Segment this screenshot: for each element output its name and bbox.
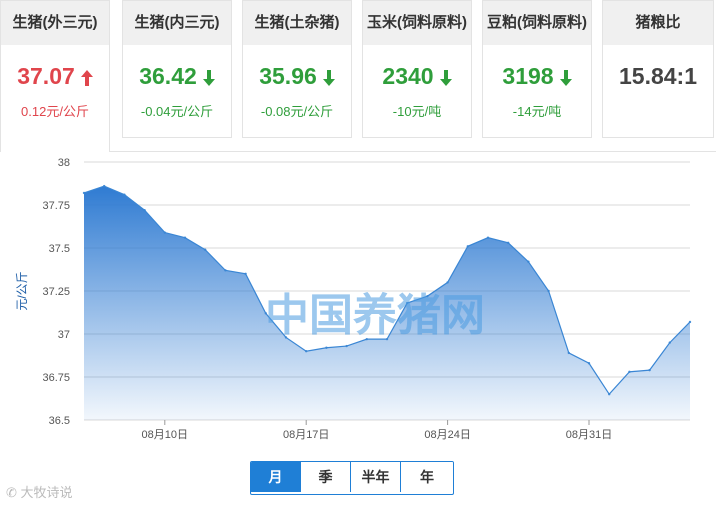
card-change: -14元/吨 bbox=[512, 104, 562, 119]
card-title: 猪粮比 bbox=[603, 1, 713, 45]
chart-watermark: 中国养猪网 bbox=[265, 291, 485, 340]
data-point bbox=[305, 350, 308, 353]
data-point bbox=[608, 393, 611, 396]
chart-panel: 36.5 36.75 37 37.25 37.5 37.75 38 08月10日 08月17日 0… bbox=[0, 151, 716, 505]
card-title: 生猪(外三元) bbox=[1, 1, 109, 45]
card-price-value: 2340 bbox=[382, 63, 434, 89]
x-tick-label: 08月10日 bbox=[142, 429, 188, 441]
period-tab[interactable]: 年 bbox=[401, 462, 453, 492]
data-point bbox=[486, 236, 490, 239]
card-price: 36.42 bbox=[123, 63, 231, 90]
data-point bbox=[628, 370, 631, 374]
weibo-icon: ✆ bbox=[6, 485, 17, 500]
data-point bbox=[446, 281, 449, 284]
x-tick-label: 08月24日 bbox=[424, 429, 470, 441]
period-tab[interactable]: 季 bbox=[301, 462, 351, 492]
arrow-down-icon bbox=[202, 69, 215, 86]
period-tab[interactable]: 半年 bbox=[351, 462, 401, 492]
card-price: 15.84:1 bbox=[603, 63, 713, 90]
footer-watermark: ✆ 大牧诗说 bbox=[6, 482, 73, 501]
y-axis-label: 元/公斤 bbox=[15, 271, 29, 310]
footer-text: 大牧诗说 bbox=[20, 485, 73, 500]
card-title: 生猪(土杂猪) bbox=[243, 1, 351, 45]
arrow-down-icon bbox=[439, 69, 452, 86]
card-price-value: 3198 bbox=[502, 63, 554, 89]
price-card[interactable]: 生猪(土杂猪) 35.96 -0.08元/公斤 bbox=[242, 0, 352, 138]
card-price: 37.07 bbox=[1, 63, 109, 90]
card-change: -0.08元/公斤 bbox=[260, 104, 334, 119]
card-price: 3198 bbox=[483, 63, 591, 90]
x-tick-label: 08月31日 bbox=[566, 429, 612, 441]
data-point bbox=[527, 260, 530, 263]
price-card[interactable]: 生猪(外三元) 37.07 0.12元/公斤 bbox=[0, 0, 110, 152]
data-point bbox=[204, 248, 207, 251]
data-point bbox=[507, 241, 510, 245]
data-point bbox=[244, 272, 247, 275]
data-point bbox=[183, 236, 187, 239]
y-tick-label: 37.5 bbox=[49, 243, 70, 255]
y-tick-label: 37 bbox=[58, 329, 70, 341]
price-cards: 生猪(外三元) 37.07 0.12元/公斤 生猪(内三元) 36.42 -0.04元/公… bbox=[0, 0, 716, 152]
price-card[interactable]: 猪粮比 15.84:1 bbox=[602, 0, 714, 138]
price-card[interactable]: 生猪(内三元) 36.42 -0.04元/公斤 bbox=[122, 0, 232, 138]
y-tick-label: 37.25 bbox=[42, 286, 70, 298]
card-title: 豆粕(饲料原料) bbox=[483, 1, 591, 45]
y-tick-label: 36.75 bbox=[42, 372, 70, 384]
data-point bbox=[163, 231, 166, 234]
y-tick-label: 36.5 bbox=[49, 415, 70, 427]
data-point bbox=[567, 351, 570, 355]
data-point bbox=[82, 191, 86, 195]
data-point bbox=[668, 341, 671, 344]
card-change: -0.04元/公斤 bbox=[140, 104, 214, 119]
data-point bbox=[224, 269, 227, 272]
card-change: 0.12元/公斤 bbox=[21, 104, 89, 119]
data-point bbox=[103, 184, 106, 188]
data-point bbox=[123, 193, 126, 196]
card-price: 35.96 bbox=[243, 63, 351, 90]
card-price-value: 36.42 bbox=[139, 63, 197, 89]
arrow-down-icon bbox=[322, 69, 335, 86]
arrow-down-icon bbox=[559, 69, 572, 86]
period-tab[interactable]: 月 bbox=[251, 462, 301, 492]
data-point bbox=[547, 289, 550, 293]
card-title: 生猪(内三元) bbox=[123, 1, 231, 45]
data-point bbox=[143, 208, 146, 212]
card-price: 2340 bbox=[363, 63, 471, 90]
data-point bbox=[648, 368, 651, 372]
card-price-value: 15.84:1 bbox=[618, 63, 697, 89]
card-title: 玉米(饲料原料) bbox=[363, 1, 471, 45]
y-tick-label: 38 bbox=[58, 157, 70, 169]
price-card[interactable]: 玉米(饲料原料) 2340 -10元/吨 bbox=[362, 0, 472, 138]
data-point bbox=[345, 344, 348, 348]
card-price-value: 37.07 bbox=[17, 63, 75, 89]
arrow-up-icon bbox=[80, 69, 93, 86]
y-tick-label: 37.75 bbox=[42, 200, 70, 212]
price-card[interactable]: 豆粕(饲料原料) 3198 -14元/吨 bbox=[482, 0, 592, 138]
card-change: -10元/吨 bbox=[392, 104, 442, 119]
data-point bbox=[325, 346, 328, 349]
period-selector: 月季半年年 bbox=[250, 461, 454, 495]
card-price-value: 35.96 bbox=[259, 63, 317, 89]
data-point bbox=[587, 362, 591, 365]
data-point bbox=[466, 245, 469, 248]
data-point bbox=[688, 320, 692, 324]
x-tick-label: 08月17日 bbox=[283, 429, 329, 441]
price-chart: 36.5 36.75 37 37.25 37.5 37.75 38 08月10日 08月17日 0… bbox=[15, 157, 692, 441]
